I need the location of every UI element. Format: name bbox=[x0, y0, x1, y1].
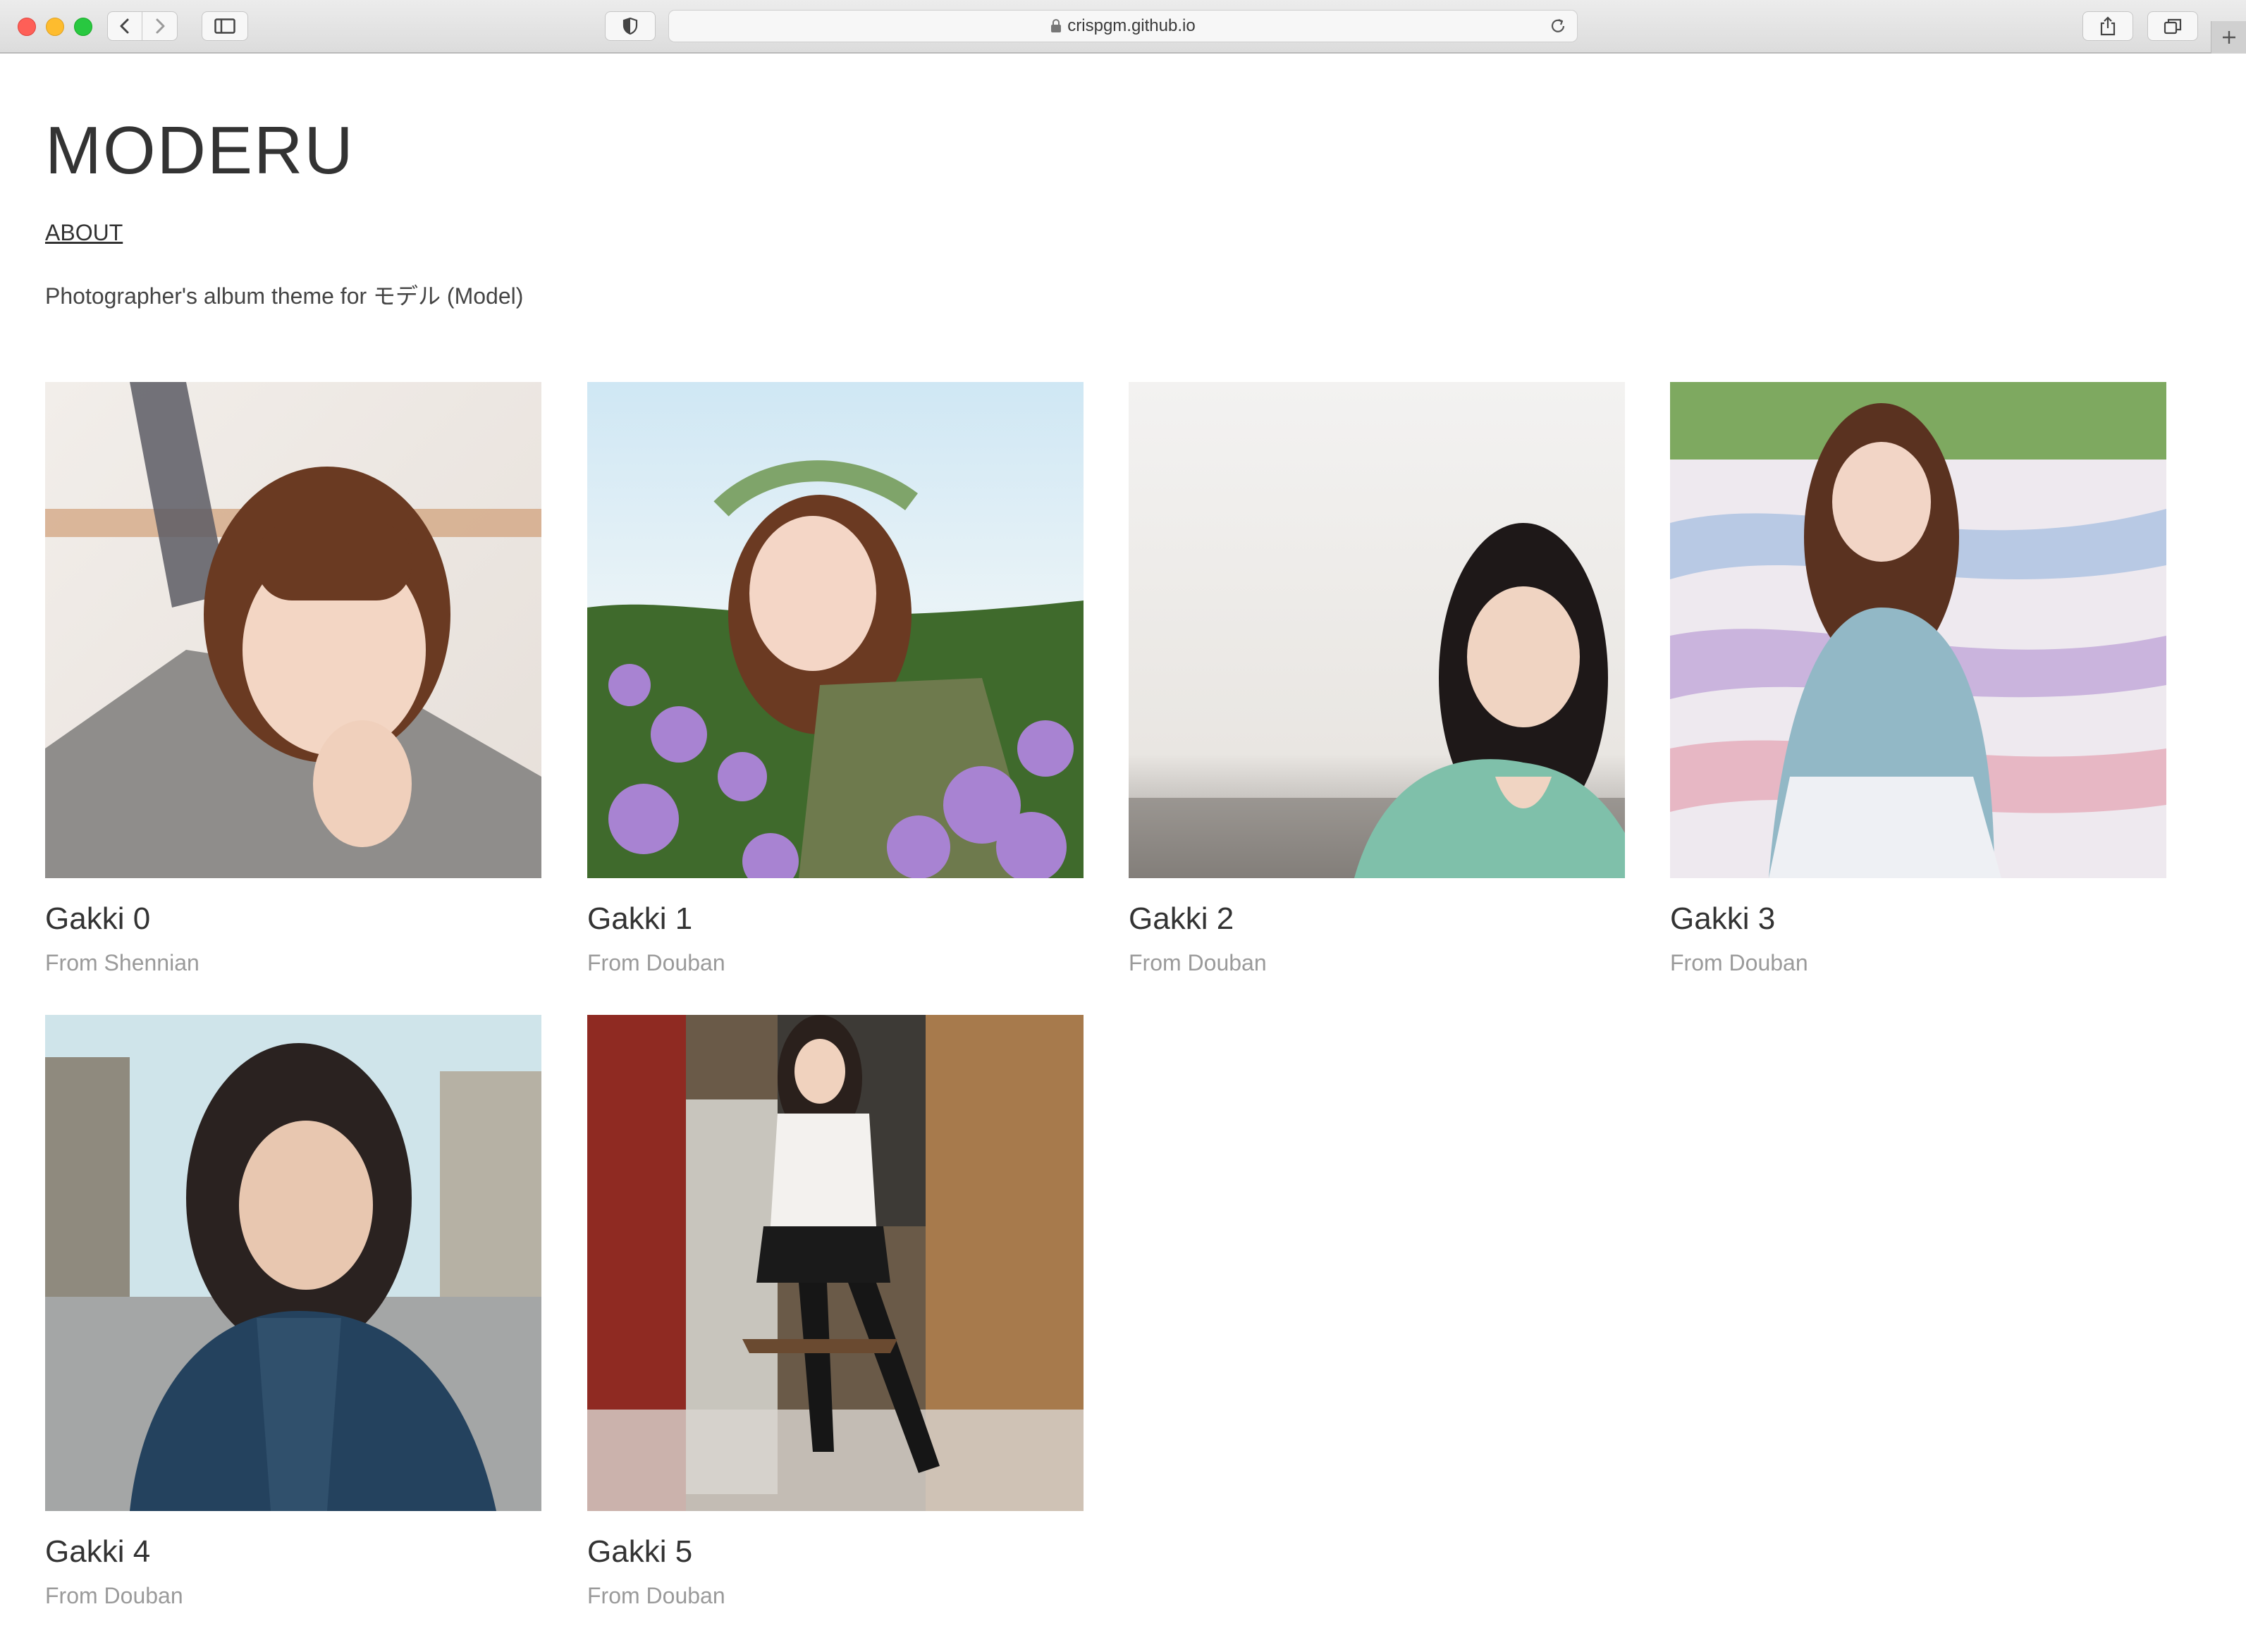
album-card[interactable]: Gakki 5 From Douban bbox=[587, 1015, 1084, 1607]
site-title[interactable]: MODERU bbox=[45, 117, 355, 185]
sidebar-icon bbox=[214, 18, 235, 34]
album-source: From Douban bbox=[587, 1583, 725, 1608]
album-card[interactable]: Gakki 1 From Douban bbox=[587, 382, 1084, 974]
address-bar[interactable]: crispgm.github.io bbox=[668, 10, 1578, 42]
privacy-report-button[interactable] bbox=[605, 11, 656, 41]
album-title[interactable]: Gakki 2 bbox=[1129, 904, 1625, 935]
album-card[interactable]: Gakki 0 From Shennian bbox=[45, 382, 541, 974]
album-card[interactable]: Gakki 3 From Douban bbox=[1670, 382, 2166, 974]
album-card[interactable]: Gakki 4 From Douban bbox=[45, 1015, 541, 1607]
browser-toolbar: crispgm.github.io bbox=[0, 0, 2246, 54]
new-tab-button[interactable] bbox=[2211, 21, 2246, 54]
chevron-right-icon bbox=[156, 18, 164, 34]
album-photo[interactable] bbox=[45, 1015, 541, 1511]
album-title[interactable]: Gakki 4 bbox=[45, 1536, 541, 1567]
album-photo[interactable] bbox=[1670, 382, 2166, 878]
close-window-button[interactable] bbox=[18, 18, 36, 36]
album-title[interactable]: Gakki 5 bbox=[587, 1536, 1084, 1567]
album-card[interactable]: Gakki 2 From Douban bbox=[1129, 382, 1625, 974]
minimize-window-button[interactable] bbox=[46, 18, 64, 36]
back-button[interactable] bbox=[107, 11, 142, 41]
album-source: From Douban bbox=[1670, 950, 1808, 975]
album-title[interactable]: Gakki 1 bbox=[587, 904, 1084, 935]
shield-icon bbox=[622, 18, 638, 35]
sidebar-toggle-button[interactable] bbox=[202, 11, 248, 41]
album-title[interactable]: Gakki 0 bbox=[45, 904, 541, 935]
album-photo[interactable] bbox=[587, 1015, 1084, 1511]
tab-overview-button[interactable] bbox=[2147, 11, 2198, 41]
album-source: From Douban bbox=[45, 1583, 183, 1608]
reload-icon[interactable] bbox=[1549, 17, 1567, 35]
share-icon bbox=[2100, 16, 2116, 36]
about-link[interactable]: ABOUT bbox=[45, 221, 123, 244]
share-button[interactable] bbox=[2082, 11, 2133, 41]
album-title[interactable]: Gakki 3 bbox=[1670, 904, 2166, 935]
lock-icon bbox=[1051, 19, 1062, 32]
chevron-left-icon bbox=[120, 18, 129, 34]
zoom-window-button[interactable] bbox=[74, 18, 92, 36]
site-tagline: Photographer's album theme for モデル (Mode… bbox=[45, 283, 524, 309]
url-text: crispgm.github.io bbox=[1067, 16, 1196, 35]
plus-icon bbox=[2223, 31, 2235, 44]
album-photo[interactable] bbox=[45, 382, 541, 878]
tabs-icon bbox=[2164, 18, 2182, 35]
album-photo[interactable] bbox=[587, 382, 1084, 878]
album-source: From Douban bbox=[1129, 950, 1267, 975]
album-source: From Douban bbox=[587, 950, 725, 975]
album-source: From Shennian bbox=[45, 950, 200, 975]
album-photo[interactable] bbox=[1129, 382, 1625, 878]
forward-button[interactable] bbox=[142, 11, 178, 41]
